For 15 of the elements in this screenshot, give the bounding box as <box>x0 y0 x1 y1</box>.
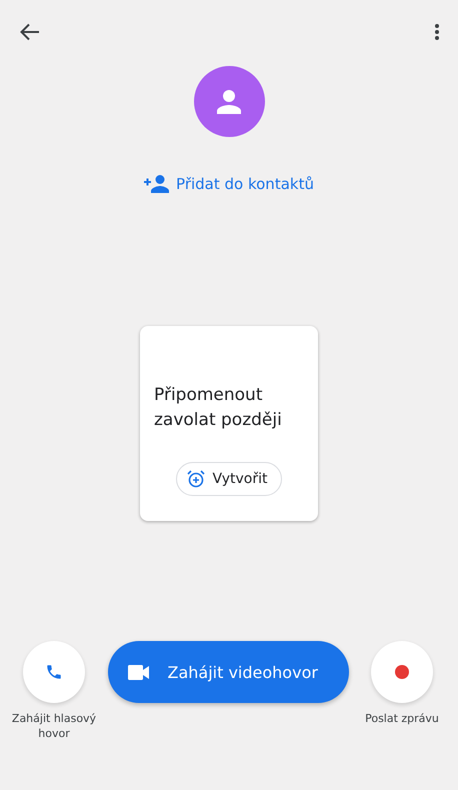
video-call-button[interactable]: Zahájit videohovor <box>108 641 348 703</box>
more-options-icon[interactable] <box>434 23 440 41</box>
reminder-title: Připomenout zavolat později <box>154 384 283 432</box>
message-button[interactable] <box>371 641 433 703</box>
voice-call-label: Zahájit hlasový hovor <box>10 711 98 741</box>
phone-icon <box>45 663 63 681</box>
add-contact-link[interactable]: Přidat do kontaktů <box>144 175 314 193</box>
message-label: Poslat zprávu <box>365 711 439 726</box>
create-reminder-button[interactable]: Vytvořit <box>176 462 282 496</box>
video-camera-icon <box>128 664 150 680</box>
alarm-add-icon <box>186 470 205 488</box>
person-icon <box>216 88 242 114</box>
add-person-icon <box>144 175 170 193</box>
back-icon[interactable] <box>20 23 40 41</box>
record-dot-icon <box>395 665 409 679</box>
